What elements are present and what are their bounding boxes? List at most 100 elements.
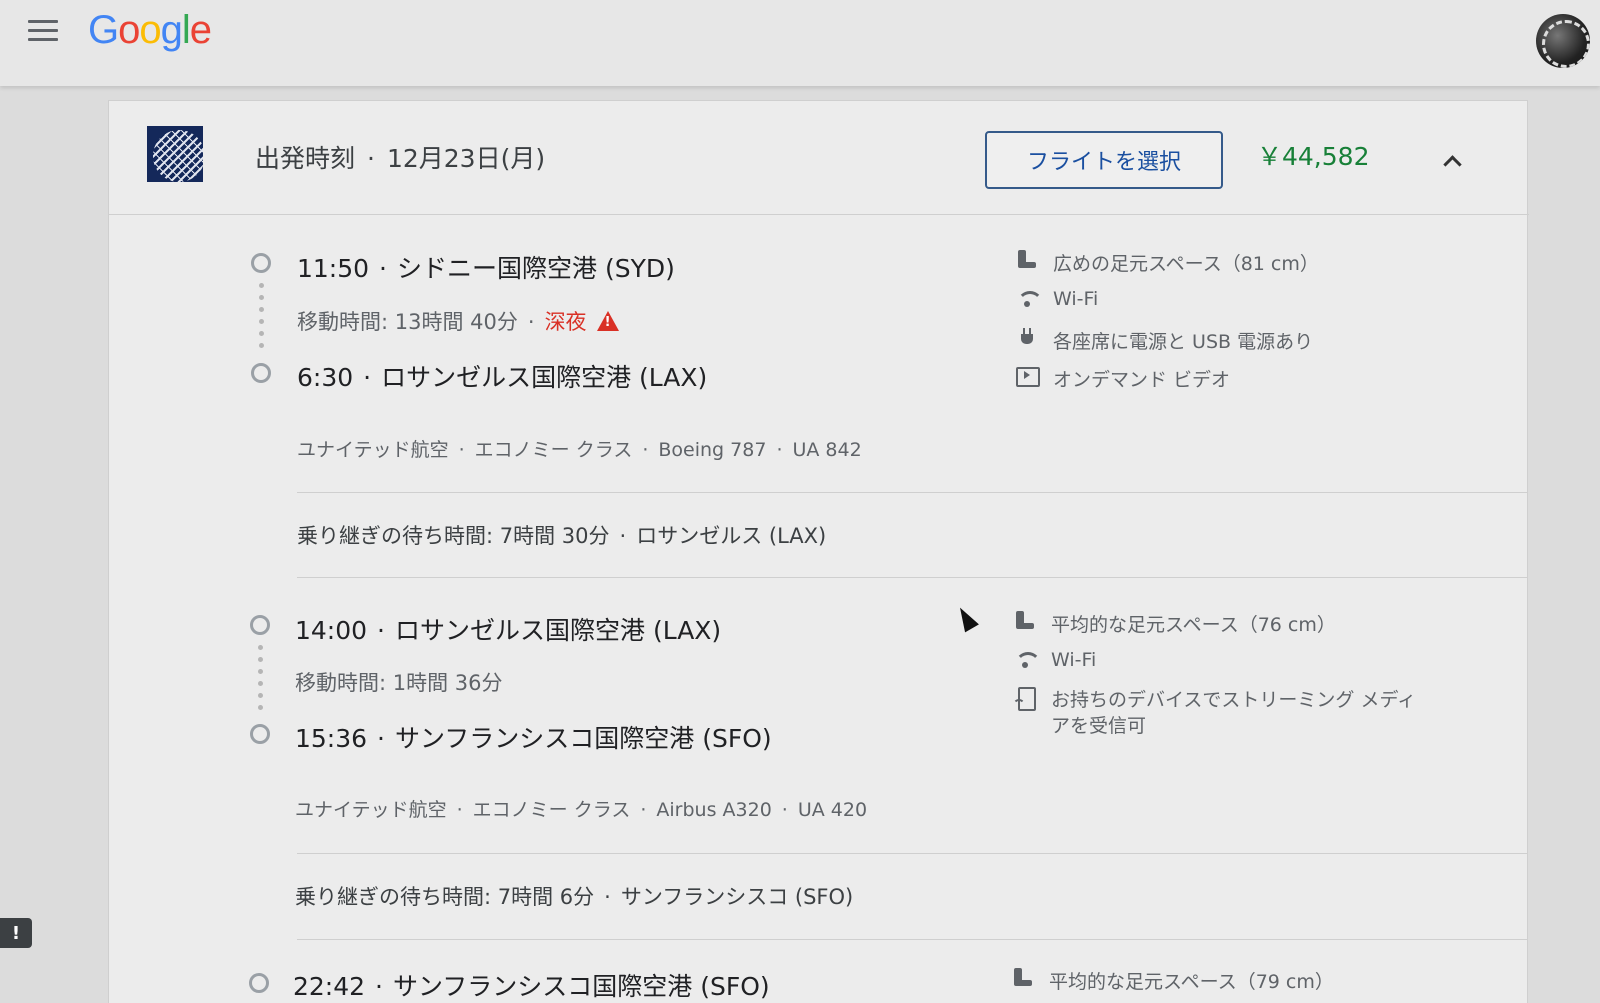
timeline-start-dot — [251, 253, 271, 273]
arrival-airport: ロサンゼルス国際空港 (LAX) — [381, 363, 708, 392]
travel-duration: 移動時間: 1時間 36分 — [295, 671, 503, 695]
arrival-time: 6:30 — [297, 363, 354, 392]
logo-letter: l — [181, 8, 191, 52]
layover-1: 乗り継ぎの待ち時間: 7時間 30分 · ロサンゼルス (LAX) — [297, 520, 826, 550]
airline-name: ユナイテッド航空 — [295, 799, 447, 821]
departure-airport: サンフランシスコ国際空港 (SFO) — [393, 972, 770, 1001]
aircraft: Airbus A320 — [656, 799, 772, 821]
separator: · — [458, 439, 465, 461]
amenity-text: 広めの足元スペース（81 cm） — [1053, 253, 1319, 275]
segment2-duration: 移動時間: 1時間 36分 — [295, 667, 503, 697]
top-app-bar: Google — [0, 0, 1600, 86]
warning-icon — [596, 311, 619, 331]
separator: · — [377, 616, 385, 645]
layover-duration: 乗り継ぎの待ち時間: 7時間 6分 — [295, 885, 595, 909]
segment1-departure: 11:50 · シドニー国際空港 (SYD) — [297, 249, 675, 285]
separator: · — [642, 439, 649, 461]
legroom-icon — [1015, 249, 1039, 271]
logo-letter: o — [118, 8, 140, 52]
segment3-departure: 22:42 · サンフランシスコ国際空港 (SFO) — [293, 967, 770, 1003]
amenity-text: Wi-Fi — [1051, 649, 1097, 671]
departure-heading: 出発時刻 · 12月23日(月) — [255, 139, 545, 175]
wifi-icon — [1015, 288, 1043, 310]
separator: · — [379, 254, 387, 283]
flight-detail-card: 出発時刻 · 12月23日(月) フライトを選択 ￥44,582 11:50 · シドニ… — [108, 100, 1529, 1003]
departure-time: 22:42 — [293, 972, 366, 1001]
flight-price: ￥44,582 — [1257, 142, 1370, 171]
logo-letter: G — [88, 8, 119, 52]
amenity-wifi: Wi-Fi — [1015, 288, 1098, 310]
segment2-meta: ユナイテッド航空 · エコノミー クラス · Airbus A320 · UA 420 — [295, 795, 867, 822]
logo-letter: g — [160, 8, 183, 52]
layover-2: 乗り継ぎの待ち時間: 7時間 6分 · サンフランシスコ (SFO) — [295, 881, 853, 911]
timeline-connector — [259, 283, 264, 355]
hamburger-menu-icon[interactable] — [28, 20, 60, 44]
amenity-text: 各座席に電源と USB 電源あり — [1053, 331, 1314, 353]
layover-place: ロサンゼルス (LAX) — [636, 524, 827, 548]
flight-number: UA 842 — [792, 439, 862, 461]
amenity-wifi: Wi-Fi — [1013, 649, 1096, 671]
separator: · — [604, 885, 611, 909]
amenity-text-block: お持ちのデバイスでストリーミング メディ アを受信可 — [1051, 687, 1416, 739]
card-header: 出発時刻 · 12月23日(月) フライトを選択 ￥44,582 — [109, 101, 1529, 215]
amenity-text: オンデマンド ビデオ — [1053, 369, 1231, 391]
departure-time: 14:00 — [295, 616, 368, 645]
logo-letter: o — [139, 8, 161, 52]
divider — [297, 492, 1527, 493]
separator: · — [776, 439, 783, 461]
legroom-icon — [1013, 610, 1037, 632]
amenity-text: 平均的な足元スペース（76 cm） — [1051, 614, 1336, 636]
separator: · — [367, 144, 375, 173]
cabin-class: エコノミー クラス — [474, 439, 633, 461]
departure-date: 12月23日(月) — [386, 144, 546, 173]
separator: · — [363, 363, 372, 392]
timeline-end-dot — [250, 724, 270, 744]
divider — [297, 577, 1527, 578]
timeline-start-dot — [250, 615, 270, 635]
departure-label: 出発時刻 — [255, 144, 356, 173]
arrival-time: 15:36 — [295, 724, 368, 753]
amenity-power: 各座席に電源と USB 電源あり — [1015, 327, 1313, 354]
separator: · — [619, 524, 627, 548]
amenity-legroom: 平均的な足元スペース（79 cm） — [1011, 967, 1334, 994]
segment1-meta: ユナイテッド航空 · エコノミー クラス · Boeing 787 · UA 842 — [297, 435, 862, 462]
timeline-connector — [258, 645, 263, 717]
layover-place: サンフランシスコ (SFO) — [620, 885, 854, 909]
divider — [297, 853, 1527, 854]
amenity-text: 平均的な足元スペース（79 cm） — [1049, 971, 1334, 993]
amenity-text: お持ちのデバイスでストリーミング メディ — [1051, 689, 1417, 711]
aircraft: Boeing 787 — [658, 439, 767, 461]
divider — [297, 939, 1527, 940]
separator: · — [375, 972, 383, 1001]
departure-airport: シドニー国際空港 (SYD) — [397, 254, 675, 283]
select-flight-button[interactable]: フライトを選択 — [985, 131, 1223, 189]
arrival-airport: サンフランシスコ国際空港 (SFO) — [395, 724, 772, 753]
separator: · — [456, 799, 463, 821]
layover-duration: 乗り継ぎの待ち時間: 7時間 30分 — [297, 524, 610, 548]
chevron-up-icon[interactable] — [1443, 153, 1461, 171]
segment1-duration: 移動時間: 13時間 40分 · 深夜 — [297, 306, 619, 336]
timeline-end-dot — [251, 363, 271, 383]
overnight-label: 深夜 — [544, 310, 587, 334]
power-outlet-icon — [1015, 327, 1039, 349]
separator: · — [781, 799, 788, 821]
segment1-arrival: 6:30 · ロサンゼルス国際空港 (LAX) — [297, 358, 707, 394]
timeline-start-dot — [249, 973, 269, 993]
segment2-arrival: 15:36 · サンフランシスコ国際空港 (SFO) — [295, 719, 772, 755]
departure-time: 11:50 — [297, 254, 370, 283]
segment2-departure: 14:00 · ロサンゼルス国際空港 (LAX) — [295, 611, 721, 647]
google-logo[interactable]: Google — [88, 8, 212, 53]
separator: · — [377, 724, 385, 753]
travel-duration: 移動時間: 13時間 40分 — [297, 310, 518, 334]
stream-media-icon — [1013, 687, 1037, 711]
feedback-icon[interactable]: ! — [0, 918, 32, 948]
amenity-text: アを受信可 — [1051, 715, 1147, 737]
account-avatar[interactable] — [1536, 14, 1590, 68]
on-demand-video-icon — [1015, 365, 1040, 387]
separator: · — [527, 310, 535, 334]
flight-number: UA 420 — [797, 799, 868, 821]
wifi-icon — [1013, 649, 1041, 671]
departure-airport: ロサンゼルス国際空港 (LAX) — [395, 616, 722, 645]
amenity-video: オンデマンド ビデオ — [1015, 365, 1230, 392]
airline-name: ユナイテッド航空 — [297, 439, 449, 461]
